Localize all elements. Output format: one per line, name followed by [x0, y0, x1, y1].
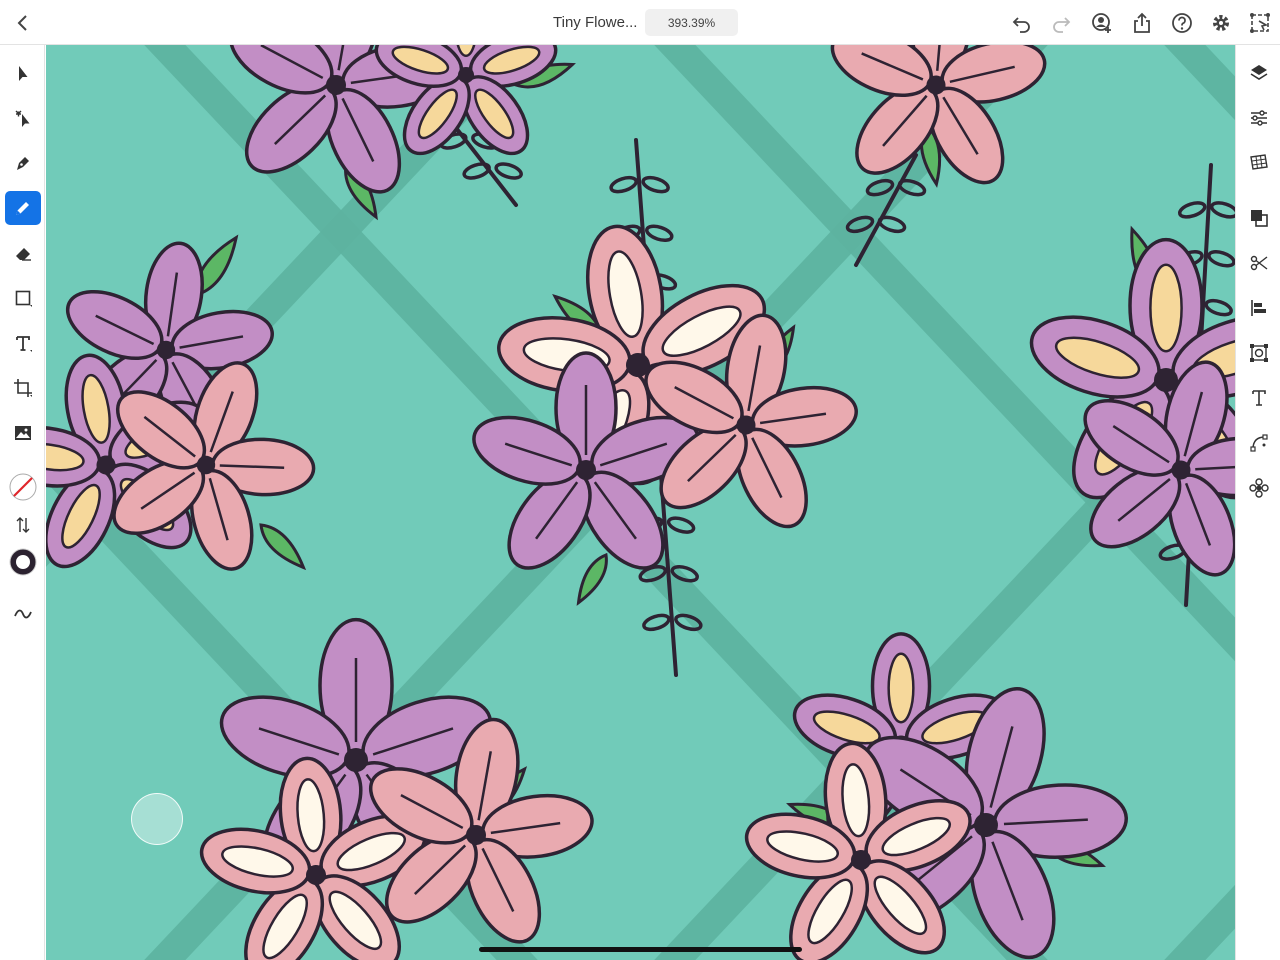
touch-shortcut[interactable] [131, 793, 183, 845]
invite-button[interactable] [1087, 8, 1117, 38]
rectangle-icon [15, 290, 32, 307]
align-button[interactable] [1241, 291, 1277, 325]
top-bar: Tiny Flowe... 393.39% [0, 0, 1280, 45]
zoom-level[interactable]: 393.39% [645, 9, 738, 36]
selection-tool[interactable] [5, 57, 41, 91]
right-panel-toolbar [1235, 45, 1280, 960]
repeat-grid-button[interactable] [1241, 471, 1277, 505]
layers-button[interactable] [1241, 56, 1277, 90]
settings-button[interactable] [1206, 8, 1236, 38]
undo-button[interactable] [1006, 8, 1036, 38]
back-button[interactable] [8, 8, 38, 38]
share-button[interactable] [1127, 8, 1157, 38]
prototype-icon [1250, 13, 1270, 33]
rectangle-tool[interactable] [5, 281, 41, 315]
cut-icon [1250, 255, 1268, 271]
document-title[interactable]: Tiny Flowe... [553, 14, 637, 31]
swap-fill-stroke-button[interactable] [5, 508, 41, 542]
help-button[interactable] [1167, 8, 1197, 38]
add-person-icon [1092, 13, 1111, 33]
smooth-tool[interactable] [5, 597, 41, 631]
share-icon [1134, 12, 1150, 33]
fill-stroke-icon [9, 473, 37, 501]
undo-icon [1012, 17, 1030, 33]
combine-icon [1251, 210, 1268, 227]
chevron-left-icon [17, 15, 27, 31]
smooth-icon [14, 609, 32, 619]
path-icon [1250, 434, 1268, 452]
floral-pattern-artwork[interactable] [46, 45, 1235, 960]
image-tool[interactable] [5, 416, 41, 450]
gear-icon [1213, 15, 1229, 31]
crop-tool[interactable] [5, 371, 41, 405]
prototype-button[interactable] [1245, 8, 1275, 38]
home-indicator [479, 947, 802, 952]
align-icon [1251, 300, 1266, 316]
type-icon [16, 336, 32, 352]
type-tool[interactable] [5, 326, 41, 360]
eraser-tool[interactable] [5, 236, 41, 270]
image-icon [15, 426, 31, 440]
properties-button[interactable] [1241, 101, 1277, 135]
transform-icon [1250, 344, 1268, 362]
redo-icon [1053, 17, 1071, 33]
direct-selection-tool[interactable] [5, 101, 41, 135]
help-icon [1172, 13, 1192, 33]
repeat-icon [1249, 478, 1269, 498]
transform-button[interactable] [1241, 336, 1277, 370]
fill-stroke-swatch[interactable] [5, 470, 41, 504]
swatches-icon [1250, 154, 1268, 170]
eraser-icon [16, 248, 31, 261]
cut-button[interactable] [1241, 246, 1277, 280]
swap-icon [16, 517, 30, 533]
type-properties-button[interactable] [1241, 381, 1277, 415]
stroke-color-swatch[interactable] [5, 545, 41, 579]
selection-icon [19, 66, 28, 81]
redo-button[interactable] [1047, 8, 1077, 38]
crop-icon [14, 379, 32, 397]
layers-icon [1250, 65, 1268, 80]
direct-selection-icon [15, 110, 30, 127]
properties-icon [1251, 110, 1267, 126]
type-properties-icon [1252, 390, 1266, 406]
left-toolbar [0, 45, 45, 960]
pen-tool[interactable] [5, 146, 41, 180]
artboard-canvas[interactable] [46, 45, 1235, 960]
stroke-color-icon [9, 548, 37, 576]
combine-button[interactable] [1241, 201, 1277, 235]
pen-icon [17, 157, 29, 170]
swatches-button[interactable] [1241, 146, 1277, 180]
pencil-tool[interactable] [5, 191, 41, 225]
path-button[interactable] [1241, 426, 1277, 460]
pencil-icon [16, 202, 29, 215]
